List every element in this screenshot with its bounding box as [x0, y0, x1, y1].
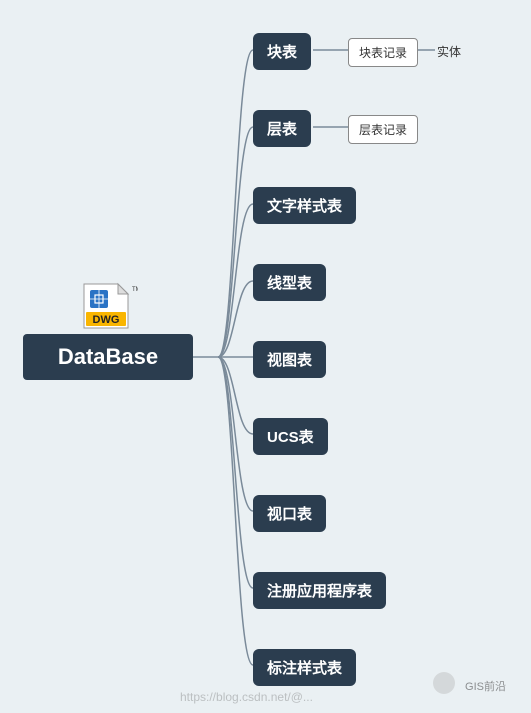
node-layer-table-record: 层表记录: [348, 115, 418, 144]
node-label: 文字样式表: [267, 198, 342, 215]
watermark-url: https://blog.csdn.net/@...: [180, 690, 313, 704]
node-label: UCS表: [267, 429, 314, 446]
svg-text:TM: TM: [132, 287, 138, 293]
node-label: 线型表: [267, 275, 312, 292]
node-text-style-table: 文字样式表: [253, 187, 356, 224]
node-block-table-record: 块表记录: [348, 38, 418, 67]
node-block-table: 块表: [253, 33, 311, 70]
node-label: 块表: [267, 44, 297, 61]
node-label: 注册应用程序表: [267, 583, 372, 600]
watermark-gis: GIS前沿: [465, 678, 506, 694]
node-label: 标注样式表: [267, 660, 342, 677]
dwg-file-icon: DWG TM: [80, 282, 138, 330]
leaf-label: 实体: [437, 45, 461, 59]
node-linetype-table: 线型表: [253, 264, 326, 301]
node-dimstyle-table: 标注样式表: [253, 649, 356, 686]
root-label: DataBase: [58, 344, 158, 370]
leaf-label: 块表记录: [359, 46, 407, 60]
node-viewport-table: 视口表: [253, 495, 326, 532]
node-view-table: 视图表: [253, 341, 326, 378]
node-ucs-table: UCS表: [253, 418, 328, 455]
node-regapp-table: 注册应用程序表: [253, 572, 386, 609]
node-label: 层表: [267, 121, 297, 138]
root-node: DataBase: [23, 334, 193, 380]
node-label: 视口表: [267, 506, 312, 523]
node-label: 视图表: [267, 352, 312, 369]
diagram-canvas: DWG TM DataBase 块表 块表记录 实体 层表 层表记录 文字样式表…: [0, 0, 531, 713]
leaf-label: 层表记录: [359, 123, 407, 137]
watermark-avatar: [433, 672, 455, 694]
svg-text:DWG: DWG: [93, 314, 120, 326]
node-layer-table: 层表: [253, 110, 311, 147]
node-entity: 实体: [437, 43, 461, 60]
